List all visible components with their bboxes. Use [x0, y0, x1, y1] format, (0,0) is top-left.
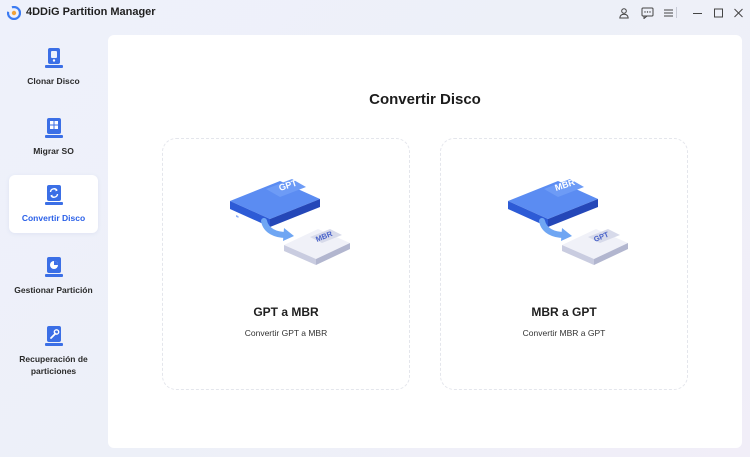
app-logo-icon: [7, 6, 21, 20]
chat-icon: [641, 7, 653, 19]
sidebar-item-label: Convertir Disco: [21, 213, 86, 223]
sidebar: Clonar Disco Migrar SO Convertir Disco G…: [0, 32, 106, 452]
maximize-button[interactable]: [708, 3, 728, 23]
gpt-to-mbr-illustration: GPT MBR: [230, 178, 350, 265]
card-title: MBR a GPT: [531, 305, 597, 319]
clone-disk-icon: [44, 48, 63, 68]
mbr-to-gpt-illustration: MBR GPT: [508, 177, 628, 265]
migrate-os-icon: [44, 118, 63, 138]
account-button[interactable]: [614, 3, 634, 23]
sidebar-item-partition-recovery[interactable]: Recuperación de particiones: [9, 316, 98, 378]
page-title: Convertir Disco: [369, 91, 481, 108]
titlebar-divider: [676, 7, 677, 18]
sidebar-item-manage-partition[interactable]: Gestionar Partición: [9, 247, 98, 305]
user-icon: [619, 8, 629, 19]
hamburger-menu-icon: [663, 9, 673, 17]
maximize-icon: [713, 8, 723, 18]
card-description: Convertir GPT a MBR: [244, 328, 328, 338]
minimize-icon: [692, 13, 702, 14]
feedback-button[interactable]: [637, 3, 657, 23]
sidebar-item-label: Clonar Disco: [27, 76, 80, 86]
convert-disk-icon: [44, 185, 63, 205]
partition-recovery-icon: [44, 326, 63, 346]
sidebar-item-label: Gestionar Partición: [14, 285, 93, 295]
minimize-button[interactable]: [687, 3, 707, 23]
sidebar-item-migrate-os[interactable]: Migrar SO: [9, 108, 98, 166]
title-bar: 4DDiG Partition Manager: [0, 0, 750, 26]
sidebar-item-label: Migrar SO: [33, 146, 74, 156]
manage-partition-icon: [44, 257, 63, 277]
mbr-to-gpt-card[interactable]: MBR GPT MBR a GPT Convertir MBR a GPT: [440, 138, 688, 390]
app-title: 4DDiG Partition Manager: [26, 6, 156, 18]
sidebar-item-label: Recuperación de particiones: [19, 354, 88, 376]
sidebar-item-clone-disk[interactable]: Clonar Disco: [9, 38, 98, 96]
gpt-to-mbr-card[interactable]: GPT MBR GPT a MBR Convertir GPT a MBR: [162, 138, 410, 390]
card-title: GPT a MBR: [253, 305, 319, 319]
sidebar-item-convert-disk[interactable]: Convertir Disco: [9, 175, 98, 233]
close-button[interactable]: [728, 3, 748, 23]
menu-button[interactable]: [658, 3, 678, 23]
card-description: Convertir MBR a GPT: [522, 328, 606, 338]
main-panel: Convertir Disco GPT MBR GPT a MBR Conver…: [108, 35, 742, 448]
close-icon: [733, 8, 743, 18]
